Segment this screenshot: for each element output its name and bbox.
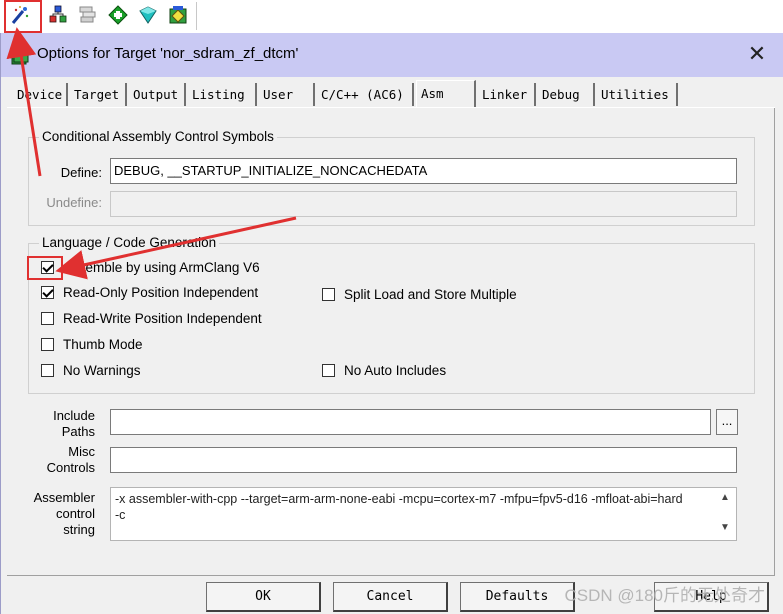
title-bar: Options for Target 'nor_sdram_zf_dtcm' ✕ bbox=[1, 33, 783, 77]
thumb-checkbox[interactable]: Thumb Mode bbox=[41, 337, 143, 352]
armclang-label: Assemble by using ArmClang V6 bbox=[63, 260, 260, 275]
assembler-label: Assembler bbox=[33, 490, 95, 505]
ok-button[interactable]: OK bbox=[206, 582, 321, 612]
select-packs-icon[interactable] bbox=[106, 3, 130, 27]
split-box[interactable] bbox=[322, 288, 335, 301]
tab-listing[interactable]: Listing bbox=[188, 83, 257, 106]
misc-controls-input[interactable] bbox=[110, 447, 737, 473]
tab-asm[interactable]: Asm bbox=[416, 80, 476, 107]
dialog-title: Options for Target 'nor_sdram_zf_dtcm' bbox=[37, 45, 299, 62]
cancel-button[interactable]: Cancel bbox=[333, 582, 448, 612]
controls-label: Controls bbox=[46, 460, 95, 475]
highlight-box-wand bbox=[4, 0, 42, 33]
manage-runtime-icon[interactable] bbox=[136, 3, 160, 27]
rwpi-box[interactable] bbox=[41, 312, 54, 325]
control-string-line-2: -c bbox=[115, 508, 126, 522]
highlight-box-armclang bbox=[27, 256, 63, 280]
define-label: Define: bbox=[60, 165, 102, 180]
tab-linker[interactable]: Linker bbox=[478, 83, 536, 106]
nowarn-label: No Warnings bbox=[63, 363, 141, 378]
paths-label: Paths bbox=[61, 424, 95, 439]
watermark: CSDN @180斤的无处奇才 bbox=[564, 586, 765, 605]
file-extensions-icon[interactable] bbox=[46, 3, 70, 27]
rwpi-label: Read-Write Position Independent bbox=[63, 311, 262, 326]
toolbar-separator bbox=[196, 2, 197, 30]
ropi-checkbox[interactable]: Read-Only Position Independent bbox=[41, 285, 258, 300]
ropi-box[interactable] bbox=[41, 286, 54, 299]
tab-user[interactable]: User bbox=[259, 83, 315, 106]
tab-target[interactable]: Target bbox=[70, 83, 127, 106]
include-paths-input[interactable] bbox=[110, 409, 711, 435]
split-label: Split Load and Store Multiple bbox=[344, 287, 517, 302]
undefine-label: Undefine: bbox=[46, 195, 102, 210]
control-string-textarea[interactable]: -x assembler-with-cpp --target=arm-arm-n… bbox=[110, 487, 737, 541]
misc-label: Misc bbox=[68, 444, 95, 459]
tab-cpp[interactable]: C/C++ (AC6) bbox=[317, 83, 414, 106]
control-label: control bbox=[55, 506, 95, 521]
thumb-label: Thumb Mode bbox=[63, 337, 143, 352]
scroll-up-icon[interactable]: ▲ bbox=[716, 492, 734, 503]
scroll-down-icon[interactable]: ▼ bbox=[716, 522, 734, 533]
undefine-input[interactable] bbox=[110, 191, 737, 217]
defaults-button[interactable]: Defaults bbox=[460, 582, 575, 612]
nowarn-box[interactable] bbox=[41, 364, 54, 377]
asm-tab-panel: Conditional Assembly Control Symbols Def… bbox=[7, 108, 775, 576]
dialog-app-icon bbox=[11, 45, 29, 65]
tab-device[interactable]: Device bbox=[13, 83, 68, 106]
options-dialog: Options for Target 'nor_sdram_zf_dtcm' ✕… bbox=[0, 33, 783, 614]
language-title: Language / Code Generation bbox=[39, 235, 220, 250]
toolbar bbox=[0, 0, 783, 33]
tab-debug[interactable]: Debug bbox=[538, 83, 595, 106]
tab-output[interactable]: Output bbox=[129, 83, 186, 106]
noauto-label: No Auto Includes bbox=[344, 363, 447, 378]
rwpi-checkbox[interactable]: Read-Write Position Independent bbox=[41, 311, 262, 326]
browse-button[interactable]: ... bbox=[716, 409, 738, 435]
string-label: string bbox=[63, 522, 95, 537]
conditional-assembly-title: Conditional Assembly Control Symbols bbox=[39, 129, 277, 144]
tab-bar: Device Target Output Listing User C/C++ … bbox=[1, 80, 783, 107]
define-input[interactable]: DEBUG, __STARTUP_INITIALIZE_NONCACHEDATA bbox=[110, 158, 737, 184]
manage-components-icon[interactable] bbox=[76, 3, 100, 27]
nowarn-checkbox[interactable]: No Warnings bbox=[41, 363, 141, 378]
noauto-box[interactable] bbox=[322, 364, 335, 377]
thumb-box[interactable] bbox=[41, 338, 54, 351]
control-string-line-1: -x assembler-with-cpp --target=arm-arm-n… bbox=[115, 492, 683, 506]
armclang-checkbox[interactable]: Assemble by using ArmClang V6 bbox=[41, 260, 260, 275]
pack-installer-icon[interactable] bbox=[166, 3, 190, 27]
include-label: Include bbox=[53, 408, 95, 423]
split-checkbox[interactable]: Split Load and Store Multiple bbox=[322, 287, 517, 302]
noauto-checkbox[interactable]: No Auto Includes bbox=[322, 363, 446, 378]
close-icon[interactable]: ✕ bbox=[744, 41, 770, 67]
ropi-label: Read-Only Position Independent bbox=[63, 285, 259, 300]
tab-utilities[interactable]: Utilities bbox=[597, 83, 678, 106]
